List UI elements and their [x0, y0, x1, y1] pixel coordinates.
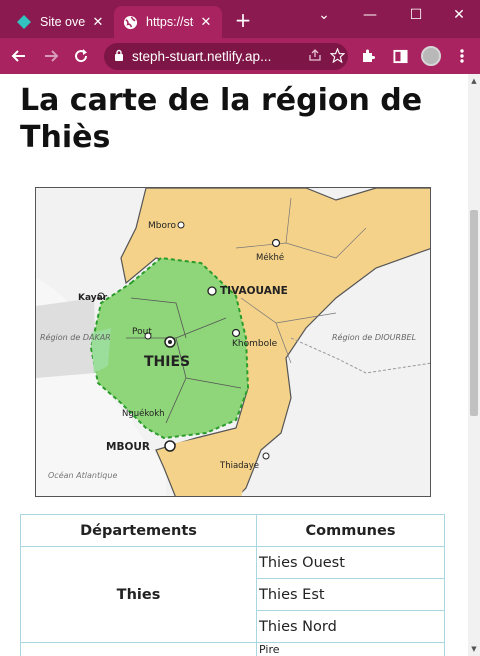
map-label-mbour: MBOUR	[106, 441, 150, 453]
tab-steph-stuart[interactable]: https://steph-stuart.netlify.app ✕	[114, 6, 222, 38]
map-label-khombole: Khombole	[232, 339, 278, 349]
scroll-up-arrow-icon[interactable]: ▲	[468, 74, 480, 88]
department-cell-empty	[20, 642, 257, 656]
forward-arrow-icon[interactable]	[40, 45, 62, 67]
reload-icon[interactable]	[70, 45, 92, 67]
table-header-row: Départements Communes	[20, 514, 445, 547]
column-header-departements: Départements	[20, 514, 257, 547]
side-panel-icon[interactable]	[390, 46, 410, 66]
commune-cell: Thies Ouest	[256, 546, 445, 579]
commune-cell: Thies Nord	[256, 610, 445, 643]
map-label-mekhe: Mékhé	[256, 252, 284, 263]
maximize-button[interactable]: ☐	[393, 0, 439, 30]
communes-table: Départements Communes Thies Thies Ouest …	[20, 514, 445, 656]
map-label-ocean: Océan Atlantique	[48, 470, 117, 480]
back-arrow-icon[interactable]	[8, 45, 30, 67]
department-cell: Thies	[20, 546, 257, 643]
globe-icon	[122, 14, 138, 30]
page-content: La carte de la région de Thiès Mboro Mék…	[0, 74, 468, 656]
scroll-down-arrow-icon[interactable]: ▼	[468, 642, 480, 656]
table-row: Thies Thies Ouest	[20, 546, 445, 643]
map-label-region-diourbel: Région de DIOURBEL	[332, 332, 416, 342]
tab-site-overview[interactable]: Site overview ✕	[8, 6, 114, 38]
commune-cell: Thies Est	[256, 578, 445, 611]
tab-title: Site overview	[40, 15, 86, 29]
commune-cell: Pire	[256, 642, 445, 656]
close-tab-icon[interactable]: ✕	[90, 15, 106, 30]
tab-search-button[interactable]: ⌄	[301, 0, 347, 30]
map-label-thiadaye: Thiadaye	[219, 461, 259, 471]
netlify-diamond-icon	[16, 14, 32, 30]
address-bar[interactable]: steph-stuart.netlify.ap...	[104, 43, 348, 70]
close-tab-icon[interactable]: ✕	[198, 15, 214, 30]
map-label-kayar: Kayar	[78, 293, 108, 303]
map-label-mboro: Mboro	[148, 221, 176, 231]
tab-title: https://steph-stuart.netlify.app	[146, 15, 194, 29]
new-tab-button[interactable]: +	[232, 9, 254, 31]
map-label-region-dakar-text: Région de DAKAR	[40, 332, 111, 342]
map-label-region-dakar: Région de DAKAR	[40, 332, 111, 342]
browser-toolbar: steph-stuart.netlify.ap...	[0, 38, 480, 74]
page-title: La carte de la région de Thiès	[20, 83, 423, 155]
map-label-tivaouane: TIVAOUANE	[220, 285, 288, 297]
thies-region-map: Mboro Mékhé TIVAOUANE Kayar Pout THIES K…	[35, 187, 431, 497]
profile-avatar[interactable]	[421, 46, 441, 66]
url-text: steph-stuart.netlify.ap...	[132, 49, 272, 64]
lock-icon	[114, 49, 124, 64]
map-label-ngueokokh: Nguékokh	[122, 408, 165, 419]
tab-strip: Site overview ✕ https://steph-stuart.net…	[0, 0, 480, 38]
map-label-thies: THIES	[144, 354, 190, 370]
menu-kebab-icon[interactable]	[452, 46, 472, 66]
share-icon[interactable]	[304, 48, 326, 65]
minimize-button[interactable]: —	[347, 0, 393, 30]
map-label-pout: Pout	[132, 327, 152, 337]
scrollbar-thumb[interactable]	[470, 210, 478, 416]
map-image: Mboro Mékhé TIVAOUANE Kayar Pout THIES K…	[36, 188, 430, 496]
column-header-communes: Communes	[256, 514, 445, 547]
close-window-button[interactable]: ✕	[436, 0, 480, 30]
bookmark-star-icon[interactable]	[326, 46, 348, 66]
table-row: Pire	[20, 642, 445, 656]
page-scrollbar[interactable]: ▲ ▼	[468, 74, 480, 656]
extensions-puzzle-icon[interactable]	[358, 46, 378, 66]
